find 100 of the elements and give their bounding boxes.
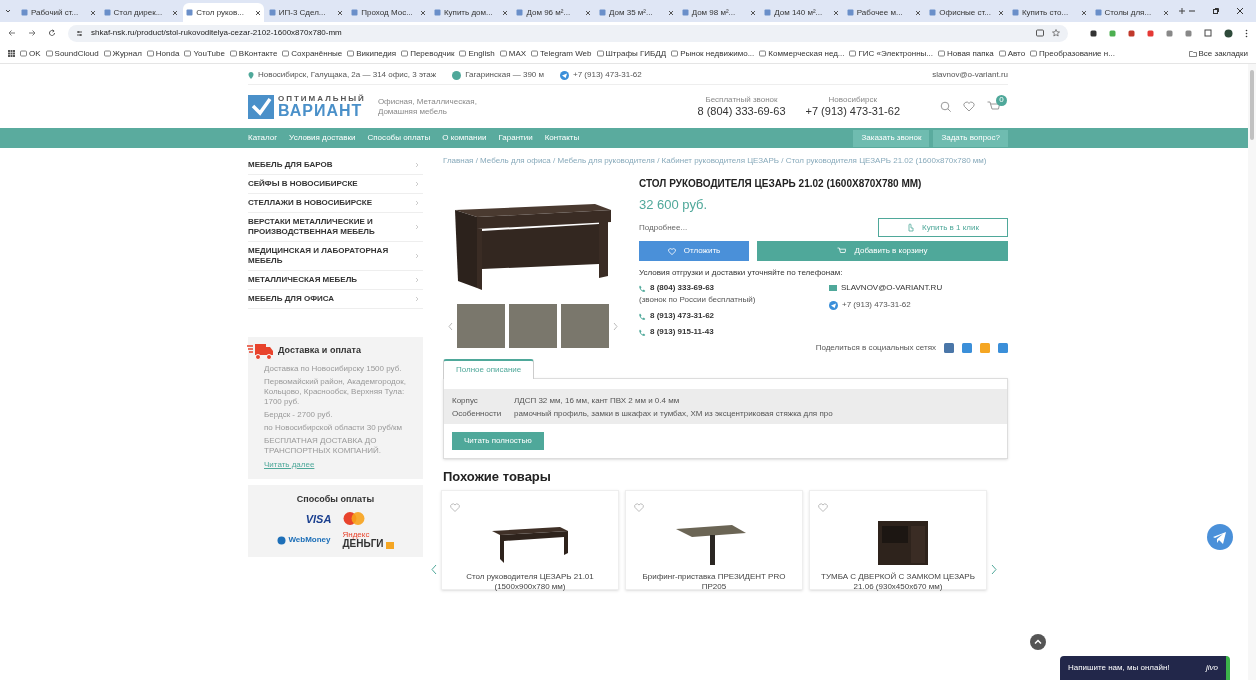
sidebar-item[interactable]: МЕБЕЛЬ ДЛЯ БАРОВ [248, 156, 423, 175]
bookmark[interactable]: OK [20, 47, 41, 60]
close-icon[interactable] [1163, 9, 1170, 16]
close-icon[interactable] [337, 9, 344, 16]
product-card[interactable]: Брифинг-приставка ПРЕЗИДЕНТ PRO ПР205 [625, 489, 803, 590]
search-icon[interactable] [940, 101, 951, 112]
bookmark-icon [531, 50, 539, 57]
browser-tab[interactable]: Офисные ст... [926, 3, 1007, 22]
chat-widget[interactable]: Напишите нам, мы онлайн! jivo [1060, 656, 1230, 680]
cart-icon[interactable] [987, 100, 1000, 113]
bookmark[interactable]: Все закладки [1188, 47, 1248, 60]
page-icon [846, 9, 854, 16]
close-icon[interactable] [1080, 9, 1087, 16]
minimize-icon[interactable] [1188, 7, 1197, 15]
bookmark[interactable]: English [459, 47, 495, 60]
bookmark[interactable]: Википедия [347, 47, 397, 60]
bookmark[interactable]: MAX [499, 47, 527, 60]
restore-icon[interactable] [1212, 7, 1221, 15]
details-link[interactable]: Подробнее... [639, 221, 688, 234]
extension-icon[interactable] [1128, 29, 1135, 37]
close-icon[interactable] [832, 9, 839, 16]
bookmark[interactable]: Новая папка [938, 47, 994, 60]
apps-grid-icon[interactable] [8, 50, 15, 57]
close-icon[interactable] [997, 9, 1004, 16]
browser-tab[interactable]: Купить дом... [430, 3, 512, 22]
reload-icon[interactable] [48, 29, 56, 37]
bookmark[interactable]: Штрафы ГИБДД [596, 47, 667, 60]
browser-tab[interactable]: Рабочее м... [843, 3, 925, 22]
avatar-icon[interactable] [1224, 28, 1233, 38]
bookmark[interactable]: Telegram Web [531, 47, 592, 60]
bookmark[interactable]: Коммерческая нед... [759, 47, 845, 60]
browser-tab[interactable]: Стол руков... [183, 3, 264, 22]
close-icon[interactable] [172, 9, 179, 16]
bookmark[interactable]: ВКонтакте [229, 47, 278, 60]
telegram-button-icon[interactable] [1207, 524, 1233, 550]
browser-tab[interactable]: Дом 96 м²... [513, 3, 595, 22]
forward-icon[interactable] [28, 29, 36, 37]
sidebar-item[interactable]: СТЕЛЛАЖИ В НОВОСИБИРСКЕ [248, 194, 423, 213]
phone-link[interactable]: +7 (913) 473-31-62 [842, 299, 911, 311]
address-field[interactable]: shkaf-nsk.ru/product/stol-rukovoditelya-cezar-2102-1600x870x780-mm [68, 24, 1068, 42]
phone-number[interactable]: +7 (913) 473-31-62 [805, 104, 900, 119]
section-title: Похожие товары [443, 468, 552, 486]
close-icon[interactable] [419, 9, 426, 16]
bookmark[interactable]: SoundCloud [45, 47, 99, 60]
browser-tab[interactable]: Дом 140 м²... [761, 3, 842, 22]
browser-tab[interactable]: Рабочий ст... [18, 3, 99, 22]
payment-title: Способы оплаты [296, 493, 375, 506]
close-icon[interactable] [254, 9, 261, 16]
product-card[interactable]: ТУМБА С ДВЕРКОЙ С ЗАМКОМ ЦЕЗАРЬ 21.06 (930х450х670 мм) [809, 489, 987, 590]
heart-icon[interactable] [963, 101, 975, 112]
close-icon[interactable] [585, 9, 592, 16]
phone-number[interactable]: 8 (804) 333-69-63 [650, 282, 715, 294]
sidebar-item[interactable]: МЕБЕЛЬ ДЛЯ ОФИСА [248, 290, 423, 309]
phone-number[interactable]: 8 (913) 915-11-43 [650, 326, 714, 338]
bookmark-icon [184, 50, 192, 57]
bookmark[interactable]: ГИС «Электронны... [849, 47, 934, 60]
browser-tab[interactable]: Проход Мос... [348, 3, 429, 22]
bookmark[interactable]: Журнал [103, 47, 142, 60]
phone-link[interactable]: +7 (913) 473-31-62 [573, 69, 642, 81]
sidebar-item[interactable]: СЕЙФЫ В НОВОСИБИРСКЕ [248, 175, 423, 194]
close-icon[interactable] [667, 9, 674, 16]
email-link[interactable]: SLAVNOV@O-VARIANT.RU [841, 282, 943, 294]
chevron-right-icon[interactable] [991, 564, 997, 575]
sidepanel-icon[interactable] [1204, 29, 1212, 37]
bookmark[interactable]: YouTube [184, 47, 225, 60]
bookmark[interactable]: Переводчик [401, 47, 455, 60]
extension-icon[interactable] [1090, 29, 1097, 37]
browser-tab[interactable]: Дом 35 м²... [596, 3, 677, 22]
sidebar-item[interactable]: МЕДИЦИНСКАЯ И ЛАБОРАТОРНАЯ МЕБЕЛЬ [248, 242, 423, 271]
bookmark[interactable]: Авто [998, 47, 1026, 60]
close-icon[interactable] [915, 9, 922, 16]
phone-note: (звонок по России бесплатный) [639, 294, 757, 306]
product-name[interactable]: Стол руководителя ЦЕЗАРЬ 21.01 (1500х900х780 мм) [450, 571, 610, 592]
bookmark[interactable]: Honda [146, 47, 180, 60]
email-link[interactable]: slavnov@o-variant.ru [932, 69, 1008, 81]
browser-tab[interactable]: Купить сто... [1008, 3, 1090, 22]
close-icon[interactable] [750, 9, 757, 16]
chevron-left-icon[interactable] [431, 564, 437, 575]
product-name[interactable]: Брифинг-приставка ПРЕЗИДЕНТ PRO ПР205 [634, 571, 794, 592]
bookmark[interactable]: Сохранённые [282, 47, 343, 60]
bookmark[interactable]: Рынок недвижимо... [671, 47, 755, 60]
bookmark[interactable]: Преобразование н... [1030, 47, 1115, 60]
browser-tab[interactable]: Дом 98 м²... [678, 3, 760, 22]
product-card[interactable]: Стол руководителя ЦЕЗАРЬ 21.01 (1500х900х780 мм) [441, 489, 619, 590]
browser-tab[interactable]: Столы для... [1091, 3, 1173, 22]
star-icon[interactable] [1052, 29, 1060, 37]
close-icon[interactable] [89, 9, 96, 16]
browser-tab[interactable]: ИП-3 Сдел... [265, 3, 347, 22]
back-icon[interactable] [8, 29, 16, 37]
browser-tab[interactable]: Стол дирек... [100, 3, 182, 22]
dropdown-icon[interactable] [4, 7, 12, 15]
product-name[interactable]: ТУМБА С ДВЕРКОЙ С ЗАМКОМ ЦЕЗАРЬ 21.06 (930х450х670 мм) [818, 571, 978, 592]
close-icon[interactable] [502, 9, 509, 16]
plus-icon[interactable] [1178, 7, 1187, 15]
scroll-up-icon[interactable] [1030, 634, 1046, 650]
sidebar-item[interactable]: ВЕРСТАКИ МЕТАЛЛИЧЕСКИЕ И ПРОИЗВОДСТВЕННАЯ МЕБЕЛЬ [248, 213, 423, 242]
phone-number[interactable]: 8 (913) 473-31-62 [650, 310, 715, 322]
phone-number[interactable]: 8 (804) 333-69-63 [697, 104, 786, 119]
sidebar-item[interactable]: МЕТАЛЛИЧЕСКАЯ МЕБЕЛЬ [248, 271, 423, 290]
close-icon[interactable] [1236, 7, 1245, 15]
